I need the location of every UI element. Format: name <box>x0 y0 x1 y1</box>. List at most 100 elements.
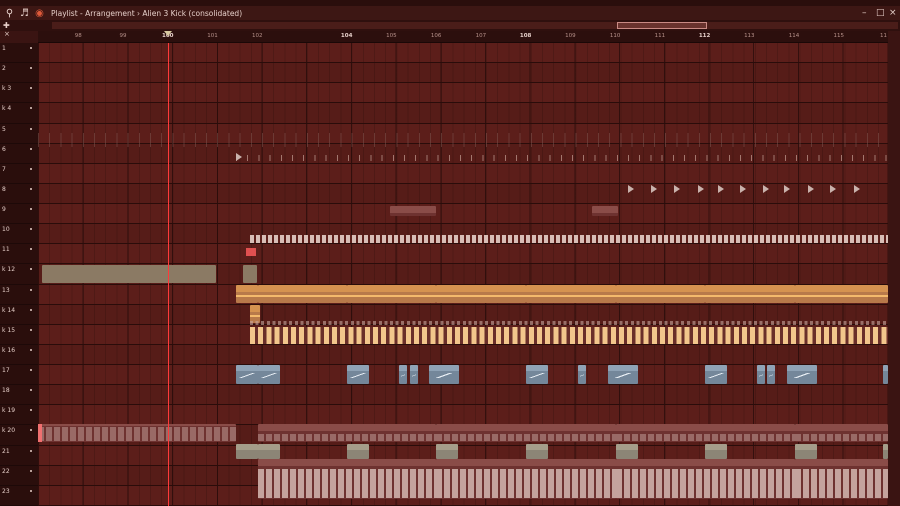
clip-so-2[interactable] <box>526 365 548 384</box>
track-lane[interactable] <box>38 344 888 366</box>
playhead-marker[interactable] <box>163 31 172 36</box>
clip-mi-al[interactable]: Mi..al <box>347 444 369 459</box>
clip-marker[interactable] <box>236 153 242 161</box>
clip-pattern-98[interactable]: Pattern 98 <box>795 459 888 499</box>
playhead-line[interactable] <box>167 43 169 506</box>
track-led-icon[interactable] <box>30 87 32 90</box>
overview-scroll-thumb[interactable] <box>617 22 707 29</box>
clip-pattern-101[interactable]: Pattern 101 <box>795 424 888 442</box>
track-led-icon[interactable] <box>30 228 32 231</box>
track-led-icon[interactable] <box>30 348 32 351</box>
clip-so-small[interactable] <box>578 365 586 384</box>
clip-pattern-2[interactable]: Pattern 2 <box>390 206 436 216</box>
track-header[interactable]: k 20 <box>0 425 38 446</box>
clip-mi-al[interactable]: Mi..al <box>795 444 817 459</box>
clip-so-2[interactable]: So..2 <box>347 365 369 384</box>
track-lane[interactable] <box>38 63 888 84</box>
clip-triplet[interactable]: triplet <box>795 285 888 303</box>
clip-mi-al[interactable]: Mi..al <box>616 444 638 459</box>
speaker-icon[interactable]: ♬ <box>19 8 30 19</box>
track-led-icon[interactable] <box>30 308 32 311</box>
track-led-icon[interactable] <box>30 469 32 472</box>
clip-so-long[interactable] <box>787 365 817 384</box>
clip-track-12[interactable] <box>42 265 216 283</box>
clip-mi-al[interactable]: Mi..al <box>236 444 258 459</box>
track-led-icon[interactable] <box>30 67 32 70</box>
track-led-icon[interactable] <box>30 187 32 190</box>
clip-so-2[interactable] <box>705 365 727 384</box>
track-header[interactable]: 5 <box>0 124 38 144</box>
track-led-icon[interactable] <box>30 248 32 251</box>
clip-mi-al[interactable]: Mi..al <box>526 444 548 459</box>
clip-so-long[interactable] <box>608 365 638 384</box>
track-led-icon[interactable] <box>30 328 32 331</box>
track-led-icon[interactable] <box>30 47 32 49</box>
clip-so-small[interactable] <box>399 365 407 384</box>
track-header[interactable]: 10 <box>0 224 38 245</box>
minimize-icon[interactable]: – <box>862 8 867 18</box>
track-header[interactable]: 9 <box>0 204 38 225</box>
track-led-icon[interactable] <box>30 369 32 372</box>
track-close-icon[interactable]: × <box>4 30 10 38</box>
track-lane[interactable] <box>38 103 888 124</box>
track-led-icon[interactable] <box>30 288 32 291</box>
track-lane[interactable] <box>38 43 888 64</box>
clip-so-2[interactable]: So..2 <box>236 365 258 384</box>
clip-liv[interactable]: Liv. <box>236 285 258 303</box>
track-header[interactable]: 18 <box>0 385 38 406</box>
clip-triplet[interactable]: triplet <box>705 285 795 303</box>
track-header[interactable]: 1 <box>0 43 38 64</box>
track-header[interactable]: k 15 <box>0 325 38 345</box>
track-led-icon[interactable] <box>30 268 32 271</box>
track-led-icon[interactable] <box>30 208 32 211</box>
track-header[interactable]: k 16 <box>0 345 38 366</box>
clip-mi-al[interactable]: Mi..al <box>705 444 727 459</box>
track-lane[interactable] <box>38 385 888 406</box>
track-header[interactable]: 17 <box>0 365 38 386</box>
clip-so-edge[interactable] <box>883 365 888 384</box>
track-lane[interactable] <box>38 405 888 426</box>
clip-triplet[interactable]: triplet <box>616 285 705 303</box>
track-header[interactable]: 22 <box>0 466 38 486</box>
close-icon[interactable]: × <box>889 8 897 18</box>
clip-group-8[interactable] <box>618 171 888 199</box>
clip-mi-edge[interactable] <box>883 444 888 459</box>
track-header[interactable]: 11 <box>0 244 38 265</box>
clip-so-small[interactable] <box>757 365 765 384</box>
playlist-grid[interactable]: Pattern 2 Pa. 2 Liv. triplet triplet tri… <box>38 43 888 506</box>
track-header[interactable]: k 19 <box>0 405 38 426</box>
snap-icon[interactable]: ✚ <box>3 21 10 30</box>
clip-so-2[interactable]: So..2 <box>258 365 280 384</box>
track-header[interactable]: k 14 <box>0 305 38 325</box>
clip-pattern-97[interactable]: Pattern 97 <box>436 459 616 499</box>
time-ruler[interactable]: 98 99 100 101 102 104 105 106 107 108 109 110 111 112… <box>38 31 888 43</box>
clip-track-12b[interactable] <box>243 265 257 283</box>
clip-pattern-97[interactable]: Pattern 97 <box>258 459 436 499</box>
track-header[interactable]: k 3 <box>0 83 38 104</box>
track-header[interactable]: 7 <box>0 164 38 184</box>
clip-triplet[interactable]: triplet <box>347 285 436 303</box>
clip-pattern-101[interactable]: Pattern 101 <box>616 424 795 442</box>
clip-mi-al[interactable]: Mi..al <box>436 444 458 459</box>
track-header[interactable]: k 4 <box>0 103 38 124</box>
clip-triplet[interactable]: triplet <box>436 285 526 303</box>
clip-pattern-98[interactable]: Pattern 98 <box>616 459 795 499</box>
search-icon[interactable]: ⚲ <box>4 8 15 19</box>
track-lane[interactable] <box>38 204 888 225</box>
clip-pa-2[interactable]: Pa. 2 <box>592 206 618 216</box>
track-led-icon[interactable] <box>30 107 32 110</box>
track-lane[interactable] <box>38 83 888 104</box>
clip-triplet[interactable]: triplet <box>526 285 616 303</box>
track-header[interactable]: 6 <box>0 144 38 164</box>
track-led-icon[interactable] <box>30 489 32 492</box>
track-header[interactable]: k 12 <box>0 264 38 285</box>
clip-pattern-101[interactable]: Pattern 101 <box>258 424 436 442</box>
track-lane[interactable] <box>38 244 888 265</box>
track-led-icon[interactable] <box>30 127 32 130</box>
track-led-icon[interactable] <box>30 409 32 412</box>
track-header[interactable]: 21 <box>0 446 38 466</box>
track-led-icon[interactable] <box>30 449 32 452</box>
track-led-icon[interactable] <box>30 167 32 170</box>
track-header[interactable]: 2 <box>0 63 38 84</box>
track-led-icon[interactable] <box>30 389 32 392</box>
